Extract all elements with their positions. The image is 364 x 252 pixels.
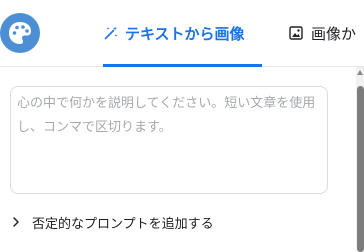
scroll-up-arrow[interactable] — [357, 70, 363, 75]
palette-icon[interactable] — [0, 13, 40, 53]
tab-label: テキストから画像 — [125, 24, 245, 43]
prompt-textarea[interactable]: 心の中で何かを説明してください。短い文章を使用し、コンマで区切ります。 — [10, 86, 328, 194]
add-negative-prompt-toggle[interactable]: 否定的なプロンプトを追加する — [12, 212, 214, 232]
app-window: テキストから画像 画像か 心の中で何かを説明してください。短い文章を使用し、コン… — [0, 0, 364, 252]
scrollbar-thumb[interactable] — [357, 86, 364, 252]
image-icon — [289, 26, 303, 40]
top-header: テキストから画像 画像か — [0, 0, 364, 67]
negative-prompt-label: 否定的なプロンプトを追加する — [32, 216, 214, 232]
tab-text-to-image[interactable]: テキストから画像 — [103, 0, 262, 67]
magic-wand-icon — [104, 26, 118, 40]
prompt-placeholder: 心の中で何かを説明してください。短い文章を使用し、コンマで区切ります。 — [17, 96, 316, 135]
tab-label: 画像か — [311, 24, 357, 43]
chevron-right-icon — [13, 217, 19, 227]
tab-image-to-image[interactable]: 画像か — [289, 0, 356, 66]
